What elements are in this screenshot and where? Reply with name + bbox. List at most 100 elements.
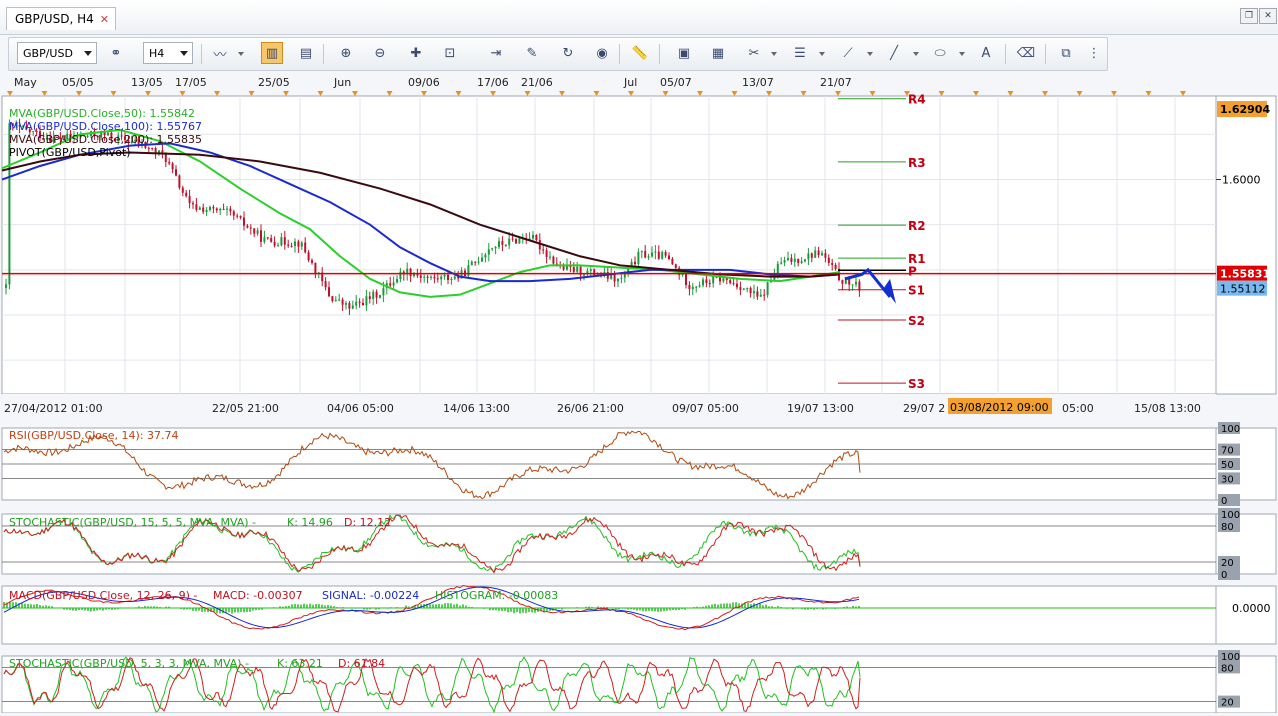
- candle-body: [851, 284, 854, 286]
- trendline-icon[interactable]: ╱: [883, 42, 905, 64]
- candle-body: [338, 299, 341, 301]
- stoch2-label: STOCHASTIC(GBP/USD, 5, 3, 3, MVA, MVA) -: [9, 657, 249, 670]
- candle-body: [620, 277, 623, 279]
- candle-body: [372, 291, 375, 299]
- macd-panel[interactable]: 0.0000 MACD(GBP/USD.Close, 12, 26, 9) - MA…: [1, 584, 1277, 645]
- candle-body: [810, 253, 813, 258]
- candle-body: [742, 288, 745, 290]
- toolbar-separator: [1005, 44, 1006, 64]
- chart-canvas[interactable]: May 05/05 13/05 17/05 25/05 Jun 09/06 17/06 21/0…: [0, 72, 1278, 714]
- candle-body: [474, 261, 477, 263]
- globe-icon[interactable]: ◉: [591, 42, 613, 64]
- indicators-icon[interactable]: ☰: [789, 42, 811, 64]
- symbol-select[interactable]: GBP/USD: [17, 42, 97, 64]
- ruler-icon[interactable]: 📏: [629, 42, 651, 64]
- object-tree-icon[interactable]: ⧉: [1055, 42, 1077, 64]
- top-axis-label: Jun: [333, 76, 351, 89]
- candle-body: [613, 274, 616, 282]
- axis-label: 80: [1221, 663, 1234, 674]
- candle-body: [722, 278, 725, 282]
- candle-body: [436, 278, 439, 280]
- chevron-down-icon[interactable]: [913, 52, 919, 56]
- more-options-icon[interactable]: ⋮: [1083, 42, 1105, 64]
- crosshair-icon[interactable]: ✚: [405, 42, 427, 64]
- candle-body: [202, 207, 205, 212]
- stoch1-label: STOCHASTIC(GBP/USD, 15, 5, 5, MVA, MVA) …: [9, 516, 256, 529]
- pivot-label-r3: R3: [908, 156, 926, 170]
- chart-tab[interactable]: GBP/USD, H4 ✕: [6, 7, 116, 30]
- price-tick-label: 1.6000: [1222, 174, 1261, 187]
- stoch2-k-value: K: 63.21: [277, 657, 323, 670]
- draw-tools-icon[interactable]: ✂: [743, 42, 765, 64]
- candle-body: [273, 241, 276, 246]
- top-axis-label: 13/05: [131, 76, 163, 89]
- candle-body: [814, 250, 817, 258]
- candle-body: [168, 161, 171, 164]
- fibonacci-icon[interactable]: ⟋: [837, 42, 859, 64]
- chevron-down-icon[interactable]: [238, 52, 244, 56]
- close-window-icon[interactable]: ✕: [1259, 8, 1277, 24]
- rsi-panel[interactable]: 100 70 50 30 0 RSI(GBP/USD.Close, 14): 37.74: [1, 422, 1277, 507]
- zoom-in-icon[interactable]: ⊕: [335, 42, 357, 64]
- restore-window-icon[interactable]: ❐: [1240, 8, 1258, 24]
- zoom-out-icon[interactable]: ⊖: [369, 42, 391, 64]
- candle-body: [725, 278, 728, 281]
- candle-body: [396, 279, 398, 283]
- macd-panel-axis: [1215, 585, 1277, 645]
- candle-body: [348, 303, 351, 309]
- candle-body: [746, 287, 749, 289]
- ellipse-icon[interactable]: ⬭: [929, 42, 951, 64]
- timeframe-select[interactable]: H4: [143, 42, 193, 64]
- scroll-to-end-icon[interactable]: ⇥: [485, 42, 507, 64]
- chevron-down-icon: [84, 51, 92, 56]
- edit-icon[interactable]: ✎: [521, 42, 543, 64]
- candle-body: [331, 296, 334, 302]
- candle-body: [263, 237, 266, 242]
- chevron-down-icon[interactable]: [771, 52, 777, 56]
- close-tab-icon[interactable]: ✕: [100, 13, 109, 26]
- candle-body: [324, 281, 327, 288]
- candle-body: [756, 291, 759, 297]
- candle-body: [695, 286, 698, 288]
- candle-body: [821, 253, 823, 256]
- candle-body: [685, 272, 687, 285]
- candle-body: [766, 282, 769, 295]
- date-axis-label: 04/06 05:00: [327, 402, 394, 415]
- zoom-fit-icon[interactable]: ⊡: [439, 42, 461, 64]
- candle-body: [702, 279, 704, 286]
- candle-body: [287, 244, 290, 246]
- stoch2-d-value: D: 61.84: [338, 657, 385, 670]
- candle-body: [542, 249, 545, 251]
- candle-body: [708, 282, 711, 284]
- stochastic-panel-1[interactable]: 10080 200 STOCHASTIC(GBP/USD, 15, 5, 5, MV…: [1, 508, 1277, 581]
- top-axis-label: 13/07: [742, 76, 774, 89]
- chevron-down-icon[interactable]: [867, 52, 873, 56]
- text-label-icon[interactable]: A: [975, 42, 997, 64]
- pivot-label-s3: S3: [908, 377, 925, 391]
- candle-body: [515, 239, 517, 244]
- picture-icon[interactable]: ▣: [673, 42, 695, 64]
- candlestick-chart-icon[interactable]: ▥: [261, 42, 283, 64]
- bar-chart-icon[interactable]: ▤: [295, 42, 317, 64]
- stochastic-panel-2[interactable]: 10080 20 STOCHASTIC(GBP/USD, 5, 3, 3, MVA,…: [1, 650, 1277, 714]
- chevron-down-icon[interactable]: [959, 52, 965, 56]
- chart-tab-title: GBP/USD, H4: [15, 12, 94, 26]
- toolbar-separator: [659, 44, 660, 64]
- date-axis-label: 22/05 21:00: [212, 402, 279, 415]
- candle-body: [164, 154, 167, 162]
- top-date-axis: May 05/05 13/05 17/05 25/05 Jun 09/06 17/06 21/0…: [2, 72, 1216, 96]
- candle-body: [171, 163, 174, 170]
- legend-item: PIVOT(GBP/USD,Pivot): [9, 146, 131, 159]
- refresh-icon[interactable]: ↻: [557, 42, 579, 64]
- candle-body: [834, 264, 837, 269]
- line-chart-icon[interactable]: 〰: [209, 42, 231, 64]
- eraser-icon[interactable]: ⌫: [1015, 42, 1037, 64]
- candle-body: [392, 282, 395, 286]
- candle-body: [5, 284, 7, 288]
- candle-body: [358, 301, 361, 303]
- chevron-down-icon[interactable]: [819, 52, 825, 56]
- link-icon[interactable]: ⚭: [105, 42, 127, 64]
- candle-body: [647, 256, 650, 258]
- template-icon[interactable]: ▦: [707, 42, 729, 64]
- candle-body: [508, 238, 511, 246]
